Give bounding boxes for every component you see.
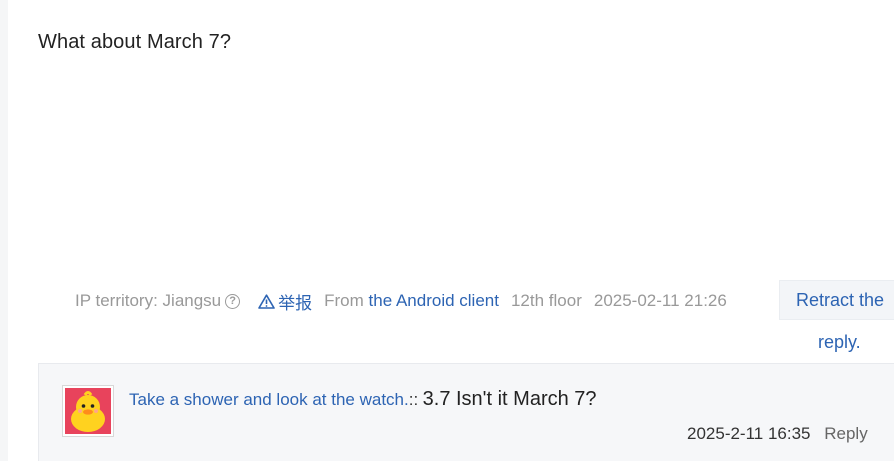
retract-reply-button[interactable]: Retract the [796, 290, 884, 311]
post-tail-bar: IP territory: Jiangsu ? 举报 From the Andr… [75, 289, 739, 313]
post-page: What about March 7? IP territory: Jiangs… [0, 0, 894, 461]
client-link[interactable]: the Android client [369, 291, 499, 310]
ip-territory: IP territory: Jiangsu ? [75, 291, 241, 311]
sub-reply-text: 3.7 Isn't it March 7? [422, 388, 597, 410]
yellow-duck-avatar-icon [65, 388, 111, 434]
question-circle-icon[interactable]: ? [225, 293, 241, 309]
sub-reply-line: Take a shower and look at the watch.:: 3… [129, 388, 597, 411]
warning-triangle-icon [258, 293, 275, 309]
report-label: 举报 [278, 293, 313, 313]
report-button[interactable]: 举报 [258, 289, 312, 314]
sub-reply-meta: 2025-2-11 16:35 Reply [687, 424, 868, 444]
sub-reply-time: 2025-2-11 16:35 [687, 424, 811, 443]
floor-number: 12th floor [510, 291, 582, 310]
post-content: What about March 7? [38, 31, 232, 53]
ip-territory-label: IP territory: Jiangsu [75, 291, 222, 310]
sub-reply-author[interactable]: Take a shower and look at the watch. [129, 390, 409, 409]
retract-reply-button-continued[interactable]: reply. [818, 332, 861, 353]
from-client: From the Android client [324, 291, 499, 311]
from-label: From [324, 291, 364, 310]
avatar[interactable] [62, 385, 114, 437]
sub-reply-container [38, 363, 894, 461]
post-datetime: 2025-02-11 21:26 [593, 291, 727, 310]
sub-reply-separator: :: [408, 390, 419, 409]
left-edge-divider [0, 0, 8, 461]
sub-reply-button[interactable]: Reply [824, 424, 867, 443]
